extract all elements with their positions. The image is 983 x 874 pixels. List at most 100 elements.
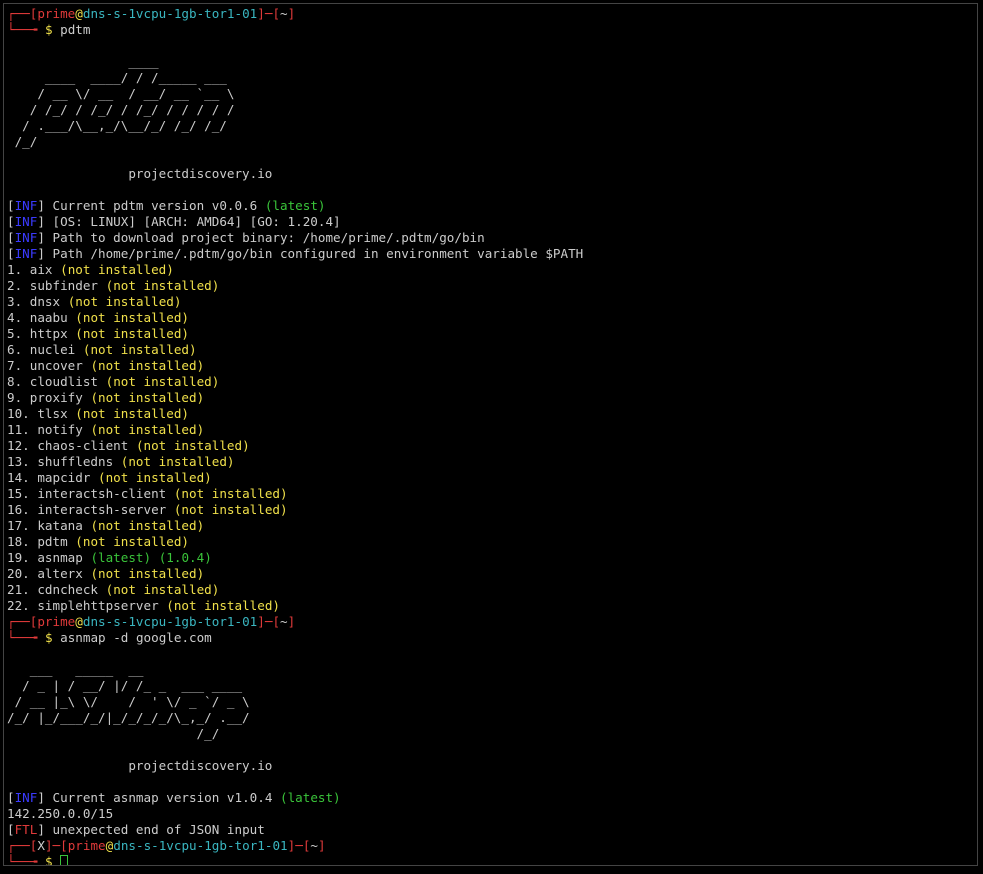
ascii-art: / /_/ / /_/ / /_/ / / / / / [7,102,235,117]
bracket: [ [7,246,15,261]
tool-number: 3. [7,294,23,309]
bracket: ] [287,6,296,21]
error-text: unexpected end of JSON input [52,822,265,837]
tool-number: 10. [7,406,30,421]
tool-status: (not installed) [105,278,220,293]
tool-number: 6. [7,342,23,357]
tool-status: (not installed) [90,358,205,373]
tool-status: (not installed) [75,534,190,549]
tool-status: (not installed) [98,470,212,485]
tool-status: (not installed) [166,598,280,613]
bracket: [ [272,6,281,21]
tool-list-item: 1. aix (not installed) [7,262,174,278]
tool-name: notify [37,422,83,437]
cursor[interactable] [60,855,69,865]
info-text: Current asnmap version v1.0.4 [52,790,280,805]
ascii-art: / .___/\__,_/\__/_/ /_/ /_/ [7,118,227,133]
prompt-header-line: ┌──[X]─[prime@dns-s-1vcpu-1gb-tor1-01]─[… [7,838,326,854]
prompt-user: prime [67,838,106,853]
prompt-box-corner: ┌── [7,614,30,629]
tool-list-item: 8. cloudlist (not installed) [7,374,219,390]
command-text: pdtm [60,22,91,37]
tool-status: (not installed) [75,310,190,325]
tool-name: aix [29,262,53,277]
tool-name: asnmap [37,550,83,565]
asnmap-banner-line: /_/ |_/___/_/|_/_/_/_/\_,_/ .__/ [7,710,250,726]
asn-result: 142.250.0.0/15 [7,806,114,821]
pdtm-banner-line: ____ ____/ / /_____ ___ [7,70,227,86]
pdtm-banner-line: ____ [7,54,158,70]
tool-status: (not installed) [90,390,205,405]
prompt-at: @ [75,614,83,629]
tool-name: alterx [37,566,83,581]
tool-name: dnsx [29,294,61,309]
pdtm-banner-line: / .___/\__,_/\__/_/ /_/ /_/ [7,118,227,134]
platform-line: [INF] [OS: LINUX] [ARCH: AMD64] [GO: 1.2… [7,214,341,230]
site-text: projectdiscovery.io [128,166,273,181]
tool-name: interactsh-client [37,486,167,501]
result-line: 142.250.0.0/15 [7,806,113,822]
command-text: asnmap -d google.com [60,630,212,645]
tool-status: (not installed) [173,502,288,517]
command-line: └──╼ $ [7,854,69,865]
tool-number: 22. [7,598,30,613]
prompt-dollar: $ [44,630,53,645]
tool-number: 21. [7,582,30,597]
tool-number: 5. [7,326,23,341]
tool-status: (not installed) [90,566,205,581]
site-line: projectdiscovery.io [7,166,272,182]
tool-number: 8. [7,374,23,389]
tool-list-item: 13. shuffledns (not installed) [7,454,235,470]
pdtm-version-line: [INF] Current pdtm version v0.0.6 (lates… [7,198,326,214]
tool-number: 1. [7,262,23,277]
prompt-host: dns-s-1vcpu-1gb-tor1-01 [82,6,258,21]
tool-number: 9. [7,390,23,405]
tool-name: cdncheck [37,582,99,597]
site-line: projectdiscovery.io [7,758,272,774]
prompt-user: prime [37,6,76,21]
bracket: ] [37,790,53,805]
error-mark: X [37,838,45,853]
prompt-dash: ─ [52,838,61,853]
tool-name: httpx [29,326,68,341]
tool-list-item: 4. naabu (not installed) [7,310,189,326]
ascii-art: /_/ [7,134,38,149]
terminal-window[interactable]: ┌──[prime@dns-s-1vcpu-1gb-tor1-01]─[~] └─… [3,3,978,866]
tool-status: (not installed) [75,326,190,341]
ascii-art: / __ \/ __ / __/ __ `__ \ [7,86,235,101]
tool-list-item: 12. chaos-client (not installed) [7,438,250,454]
bracket: ] [37,246,53,261]
configured-path-line: [INF] Path /home/prime/.pdtm/go/bin conf… [7,246,583,262]
tool-name: mapcidr [37,470,91,485]
tool-number: 7. [7,358,23,373]
version-status: (latest) [264,198,326,213]
prompt-box-corner: └──╼ [7,22,38,37]
ascii-art: ___ _____ __ [7,662,144,677]
tool-list-item: 19. asnmap (latest) (1.0.4) [7,550,212,566]
tool-number: 2. [7,278,23,293]
tool-number: 17. [7,518,30,533]
info-text: Path to download project binary: /home/p… [52,230,485,245]
tool-list-item: 21. cdncheck (not installed) [7,582,219,598]
info-text: Current pdtm version v0.0.6 [52,198,265,213]
bracket: ] [44,838,53,853]
tool-name: chaos-client [37,438,129,453]
tool-list-item: 16. interactsh-server (not installed) [7,502,288,518]
tool-status: (not installed) [105,582,220,597]
tool-version: (1.0.4) [158,550,212,565]
prompt-box-corner: ┌── [7,6,30,21]
tool-number: 13. [7,454,30,469]
pdtm-banner-line: / /_/ / /_/ / /_/ / / / / / [7,102,235,118]
tool-number: 19. [7,550,30,565]
